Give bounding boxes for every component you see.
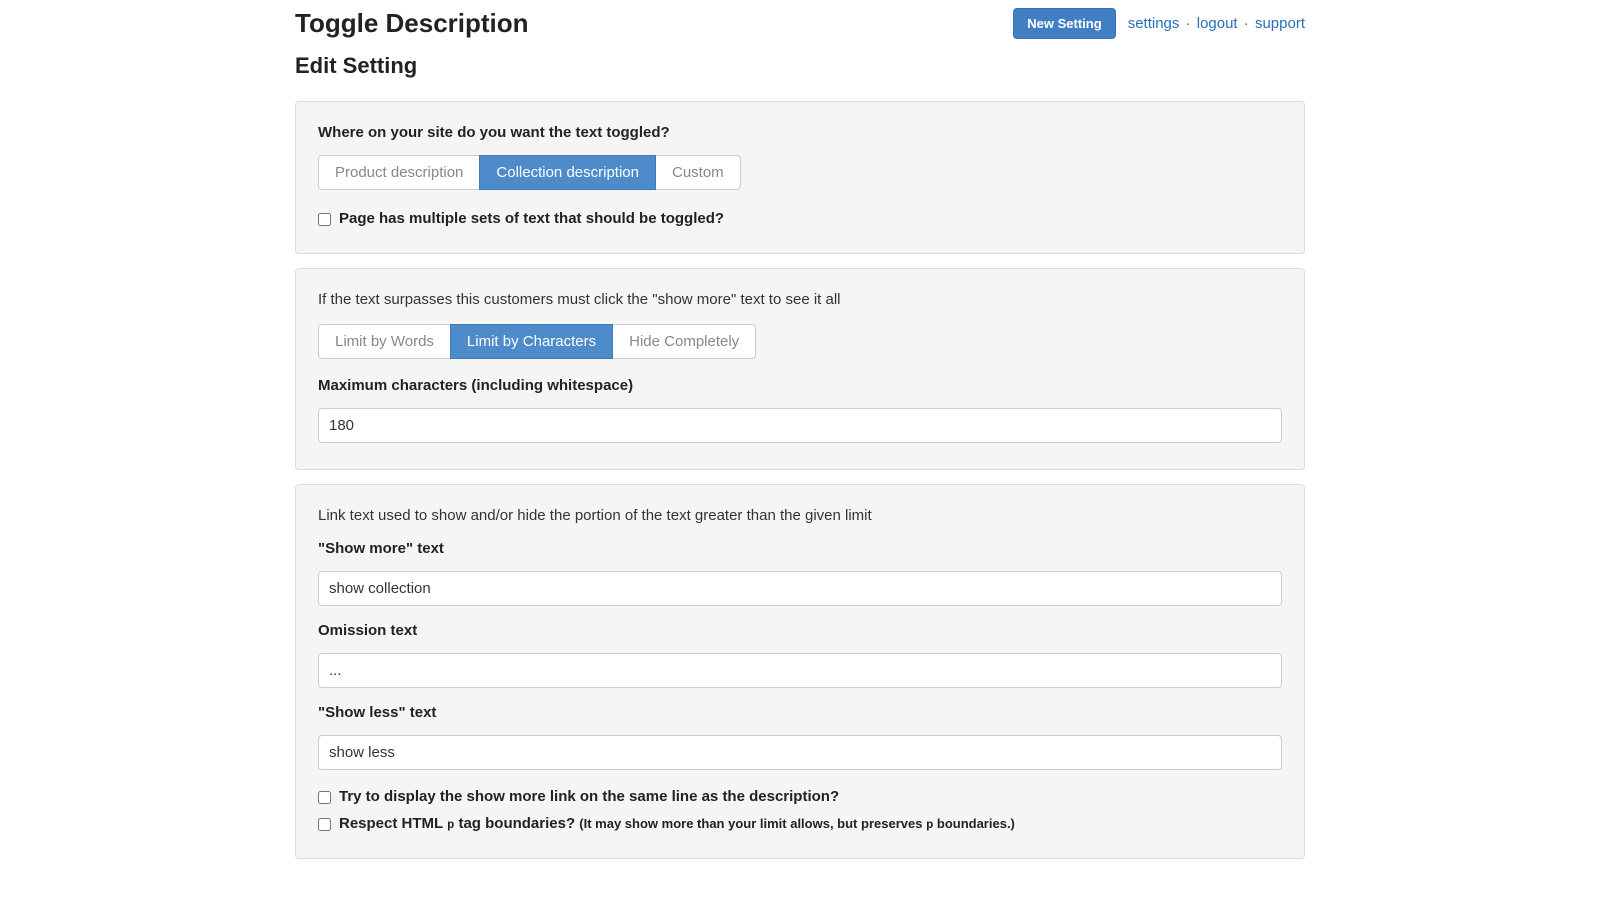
option-collection-description[interactable]: Collection description xyxy=(479,155,656,190)
max-chars-input[interactable] xyxy=(318,408,1282,443)
max-chars-label: Maximum characters (including whitespace… xyxy=(318,377,1282,394)
option-limit-words[interactable]: Limit by Words xyxy=(318,324,451,359)
option-product-description[interactable]: Product description xyxy=(318,155,480,190)
settings-link[interactable]: settings xyxy=(1128,15,1180,32)
respect-p-label: Respect HTML p tag boundaries? (It may s… xyxy=(339,815,1015,832)
nav-links: settings · logout · support xyxy=(1128,15,1305,32)
same-line-checkbox[interactable] xyxy=(318,791,331,804)
multiple-sets-checkbox[interactable] xyxy=(318,213,331,226)
panel-link-text: Link text used to show and/or hide the p… xyxy=(295,484,1305,859)
show-less-input[interactable] xyxy=(318,735,1282,770)
omission-input[interactable] xyxy=(318,653,1282,688)
subheading: Edit Setting xyxy=(295,53,1305,79)
header: Toggle Description New Setting settings … xyxy=(295,8,1305,39)
panel-location: Where on your site do you want the text … xyxy=(295,101,1305,254)
location-button-group: Product description Collection descripti… xyxy=(318,155,741,190)
multiple-sets-label: Page has multiple sets of text that shou… xyxy=(339,210,724,227)
logout-link[interactable]: logout xyxy=(1197,15,1238,32)
new-setting-button[interactable]: New Setting xyxy=(1013,8,1115,39)
location-question: Where on your site do you want the text … xyxy=(318,124,1282,141)
support-link[interactable]: support xyxy=(1255,15,1305,32)
limit-intro: If the text surpasses this customers mus… xyxy=(318,291,1282,308)
show-more-input[interactable] xyxy=(318,571,1282,606)
option-hide-completely[interactable]: Hide Completely xyxy=(612,324,756,359)
page-title: Toggle Description xyxy=(295,8,529,39)
option-limit-characters[interactable]: Limit by Characters xyxy=(450,324,613,359)
show-more-label: "Show more" text xyxy=(318,540,1282,557)
limit-button-group: Limit by Words Limit by Characters Hide … xyxy=(318,324,756,359)
same-line-label: Try to display the show more link on the… xyxy=(339,788,839,805)
omission-label: Omission text xyxy=(318,622,1282,639)
show-less-label: "Show less" text xyxy=(318,704,1282,721)
link-text-intro: Link text used to show and/or hide the p… xyxy=(318,507,1282,524)
panel-limit: If the text surpasses this customers mus… xyxy=(295,268,1305,470)
header-right: New Setting settings · logout · support xyxy=(1013,8,1305,39)
respect-p-checkbox[interactable] xyxy=(318,818,331,831)
option-custom[interactable]: Custom xyxy=(655,155,741,190)
